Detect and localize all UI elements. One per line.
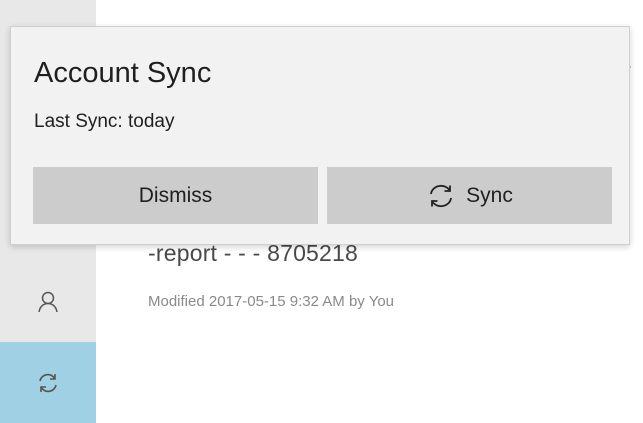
- sync-icon: [36, 371, 60, 395]
- sync-button-label: Sync: [466, 183, 513, 207]
- dismiss-button[interactable]: Dismiss: [33, 167, 318, 224]
- last-sync-text: Last Sync: today: [34, 111, 175, 132]
- sync-icon: [426, 183, 456, 209]
- account-sync-popup: Account Sync Last Sync: today Dismiss Sy…: [10, 26, 630, 245]
- sidebar-item-sync[interactable]: [0, 342, 96, 423]
- sidebar-item-account[interactable]: [0, 262, 96, 342]
- app-window: r -report - - - 8705218 Modified 2017-05…: [0, 0, 643, 423]
- dismiss-button-label: Dismiss: [138, 183, 213, 207]
- person-icon: [37, 290, 59, 314]
- file-meta: Modified 2017-05-15 9:32 AM by You: [148, 293, 395, 310]
- popup-title: Account Sync: [34, 57, 212, 89]
- sync-button[interactable]: Sync: [327, 167, 612, 224]
